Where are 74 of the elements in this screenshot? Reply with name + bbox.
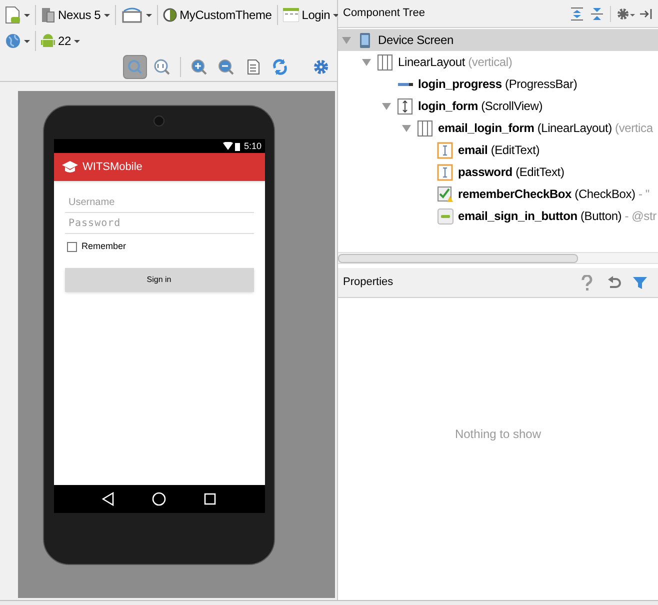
theme-icon <box>162 8 177 22</box>
vertical-arrows-icon <box>397 98 414 114</box>
tree-item-label: login_form (ScrollView) <box>418 98 543 115</box>
tree-item-label: email (EditText) <box>458 142 540 159</box>
help-icon[interactable] <box>581 274 593 290</box>
caret-icon <box>104 14 110 16</box>
tree-item-label: email_sign_in_button (Button) - @str <box>458 208 656 225</box>
checkbox-label: Remember <box>82 240 126 253</box>
android-icon <box>41 33 55 49</box>
tree-item[interactable]: password (EditText) <box>338 161 658 183</box>
api-level-dropdown[interactable]: 22 <box>39 30 82 52</box>
devices-icon <box>41 7 55 23</box>
checkbox[interactable] <box>66 242 76 252</box>
tree-item[interactable]: email (EditText) <box>338 139 658 161</box>
collapse-all-icon[interactable] <box>590 6 604 20</box>
expanded-arrow-icon[interactable] <box>402 124 411 132</box>
panel-title: Properties <box>343 275 394 290</box>
app-title: WITSMobile <box>82 160 142 175</box>
text-cursor-icon <box>437 142 454 158</box>
expand-all-icon[interactable] <box>570 6 584 20</box>
wifi-icon <box>222 142 233 150</box>
zoom-out-icon <box>217 58 235 76</box>
tree-item-label: password (EditText) <box>458 164 564 181</box>
graduation-cap-icon <box>62 161 78 173</box>
text-cursor-icon <box>437 164 454 180</box>
expanded-arrow-icon[interactable] <box>382 102 391 110</box>
tree-item[interactable]: login_progress (ProgressBar) <box>338 73 658 95</box>
tree-item-label: LinearLayout (vertical) <box>398 54 512 71</box>
expanded-arrow-icon[interactable] <box>362 58 371 66</box>
columns-icon <box>417 120 434 136</box>
tree-item[interactable]: rememberCheckBox (CheckBox) - " <box>338 183 658 205</box>
settings-icon[interactable] <box>617 6 635 20</box>
battery-icon <box>234 142 240 150</box>
checkbox-warning-icon <box>437 186 454 202</box>
rotate-screen-icon <box>120 7 143 23</box>
caret-icon <box>333 14 340 16</box>
tree-item[interactable]: login_form (ScrollView) <box>338 95 658 117</box>
tree-item-label: login_progress (ProgressBar) <box>418 76 578 93</box>
tree-item-label: Device Screen <box>378 32 454 49</box>
progress-bar-icon <box>398 82 413 86</box>
caret-icon <box>146 14 152 16</box>
device-dropdown[interactable]: Nexus 5 <box>39 4 112 26</box>
layout-icon <box>282 8 299 22</box>
filter-icon[interactable] <box>633 276 647 290</box>
caret-icon <box>74 40 80 42</box>
undo-icon[interactable] <box>607 276 621 290</box>
empty-message: Nothing to show <box>454 426 542 443</box>
file-android-icon <box>5 6 21 24</box>
tree-item[interactable]: email_login_form (LinearLayout) (vertica <box>338 117 658 139</box>
settings-icon <box>313 58 329 74</box>
theme-button[interactable]: MyCustomTheme <box>160 4 274 26</box>
tree-item[interactable]: Device Screen <box>338 29 658 51</box>
tree-item-label: rememberCheckBox (CheckBox) - " <box>458 186 650 203</box>
zoom-fit-icon <box>126 58 144 76</box>
back-icon[interactable] <box>102 492 114 506</box>
sign-in-button[interactable]: Sign in <box>64 268 254 292</box>
panel-title: Component Tree <box>343 6 426 22</box>
layout-file-button[interactable] <box>3 4 32 26</box>
tree-item[interactable]: email_sign_in_button (Button) - @str <box>338 205 658 227</box>
caret-icon <box>24 40 30 42</box>
columns-icon <box>377 54 394 70</box>
camera-icon <box>153 115 165 127</box>
globe-icon <box>5 33 21 49</box>
status-time: 5:10 <box>244 142 262 150</box>
scrollbar[interactable] <box>338 254 578 262</box>
zoom-in-icon <box>190 58 208 76</box>
recents-icon[interactable] <box>204 493 216 505</box>
button-icon <box>437 208 454 224</box>
tree-item-label: email_login_form (LinearLayout) (vertica <box>438 120 653 137</box>
pin-right-icon[interactable] <box>640 8 653 20</box>
refresh-icon <box>271 58 289 76</box>
home-icon[interactable] <box>152 492 166 506</box>
caret-icon <box>24 14 30 16</box>
tree-item[interactable]: LinearLayout (vertical) <box>338 51 658 73</box>
